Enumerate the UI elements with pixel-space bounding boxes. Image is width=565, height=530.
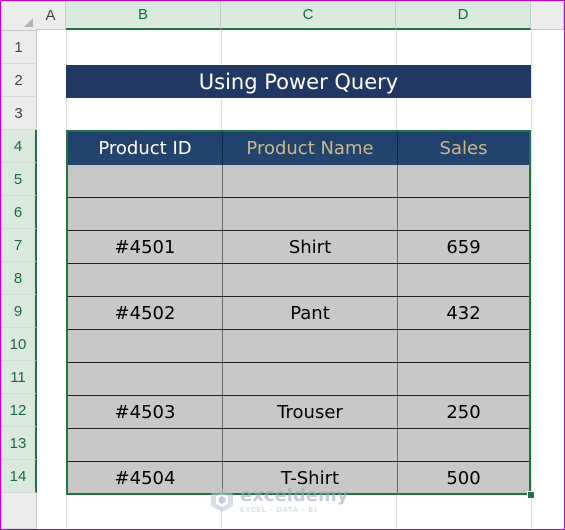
watermark-name: exceldemy — [240, 484, 349, 506]
row-header-label: 5 — [13, 170, 23, 188]
cell-product-name[interactable]: Pant — [223, 297, 398, 329]
fill-handle[interactable] — [527, 491, 535, 499]
cell-product-name[interactable] — [223, 429, 398, 461]
cell-sales[interactable] — [398, 264, 529, 296]
cell-sales[interactable]: 250 — [398, 396, 529, 428]
row-header-10[interactable]: 10 — [1, 328, 37, 361]
column-header-c[interactable]: C — [221, 1, 396, 30]
row-header-11[interactable]: 11 — [1, 361, 37, 394]
header-label: Sales — [439, 138, 488, 159]
table-row — [68, 429, 529, 462]
row-header-label: 10 — [9, 335, 27, 353]
header-product-name[interactable]: Product Name — [223, 132, 398, 165]
header-label: Product Name — [246, 138, 374, 159]
cell-product-id[interactable] — [68, 264, 223, 296]
cell-product-name[interactable] — [223, 165, 398, 197]
row-header-label: 1 — [14, 38, 23, 56]
header-label: Product ID — [98, 138, 192, 159]
table-row — [68, 330, 529, 363]
row-header-label: 4 — [13, 137, 23, 155]
column-header-label: D — [457, 6, 469, 23]
gridline — [531, 31, 532, 529]
row-header-14[interactable]: 14 — [1, 460, 37, 493]
row-header-13[interactable]: 13 — [1, 427, 37, 460]
exceldemy-logo-icon — [211, 488, 233, 512]
row-header-label: 3 — [14, 104, 23, 122]
cell-product-id[interactable]: #4503 — [68, 396, 223, 428]
row-header-label: 7 — [13, 236, 23, 254]
row-header-label: 12 — [9, 401, 27, 419]
row-header-12[interactable]: 12 — [1, 394, 37, 427]
cell-sales[interactable]: 432 — [398, 297, 529, 329]
header-product-id[interactable]: Product ID — [68, 132, 223, 165]
row-header-9[interactable]: 9 — [1, 295, 37, 328]
cell-product-id[interactable]: #4501 — [68, 231, 223, 263]
row-header-label: 13 — [9, 434, 27, 452]
cell-sales[interactable] — [398, 363, 529, 395]
column-header-d[interactable]: D — [396, 1, 531, 30]
cell-sales[interactable]: 500 — [398, 462, 529, 494]
table-row: #4501 Shirt 659 — [68, 231, 529, 264]
table-row — [68, 165, 529, 198]
cell-product-name[interactable] — [223, 363, 398, 395]
table-row: #4502 Pant 432 — [68, 297, 529, 330]
header-sales[interactable]: Sales — [398, 132, 529, 165]
row-header-label: 2 — [14, 71, 23, 89]
cell-sales[interactable] — [398, 330, 529, 362]
column-header-label: A — [45, 6, 56, 24]
cell-product-name[interactable]: Trouser — [223, 396, 398, 428]
table-row — [68, 198, 529, 231]
cell-product-name[interactable] — [223, 264, 398, 296]
row-header-2[interactable]: 2 — [1, 64, 37, 97]
cell-product-id[interactable] — [68, 165, 223, 197]
cell-product-id[interactable] — [68, 363, 223, 395]
row-header-7[interactable]: 7 — [1, 229, 37, 262]
row-header-1[interactable]: 1 — [1, 31, 37, 64]
table-header: Product ID Product Name Sales — [68, 132, 529, 165]
row-header-3[interactable]: 3 — [1, 97, 37, 130]
table-row: #4503 Trouser 250 — [68, 396, 529, 429]
column-header-e[interactable] — [531, 1, 564, 30]
cell-sales[interactable] — [398, 198, 529, 230]
cell-product-id[interactable] — [68, 198, 223, 230]
select-all-button[interactable] — [1, 1, 37, 31]
row-header-15[interactable] — [1, 493, 37, 529]
table-row — [68, 363, 529, 396]
row-header-8[interactable]: 8 — [1, 262, 37, 295]
exceldemy-watermark: exceldemy EXCEL · DATA · BI — [209, 484, 369, 516]
spreadsheet-grid: A B C D 1 2 3 4 5 6 7 8 9 10 11 12 13 14… — [1, 1, 564, 529]
row-header-label: 14 — [9, 467, 27, 485]
watermark-tagline: EXCEL · DATA · BI — [240, 505, 318, 514]
column-header-label: B — [137, 6, 148, 23]
cell-product-name[interactable]: Shirt — [223, 231, 398, 263]
cell-product-id[interactable] — [68, 330, 223, 362]
row-header-4[interactable]: 4 — [1, 130, 37, 163]
column-header-label: C — [302, 6, 314, 23]
row-header-label: 11 — [10, 368, 26, 386]
column-header-b[interactable]: B — [66, 1, 221, 30]
column-header-a[interactable]: A — [36, 1, 66, 30]
cell-sales[interactable] — [398, 429, 529, 461]
cell-product-id[interactable]: #4502 — [68, 297, 223, 329]
cell-sales[interactable]: 659 — [398, 231, 529, 263]
cell-product-name[interactable] — [223, 330, 398, 362]
sheet-title: Using Power Query — [198, 69, 399, 94]
cell-product-name[interactable] — [223, 198, 398, 230]
row-header-6[interactable]: 6 — [1, 196, 37, 229]
data-table: Product ID Product Name Sales #4501 Shir… — [66, 130, 531, 495]
cell-sales[interactable] — [398, 165, 529, 197]
row-header-label: 6 — [13, 203, 23, 221]
row-header-label: 9 — [13, 302, 23, 320]
table-row — [68, 264, 529, 297]
cell-product-id[interactable]: #4504 — [68, 462, 223, 494]
select-all-triangle-icon — [24, 18, 33, 27]
row-header-5[interactable]: 5 — [1, 163, 37, 196]
cell-product-id[interactable] — [68, 429, 223, 461]
row-header-label: 8 — [13, 269, 23, 287]
sheet-title-banner[interactable]: Using Power Query — [66, 65, 531, 98]
